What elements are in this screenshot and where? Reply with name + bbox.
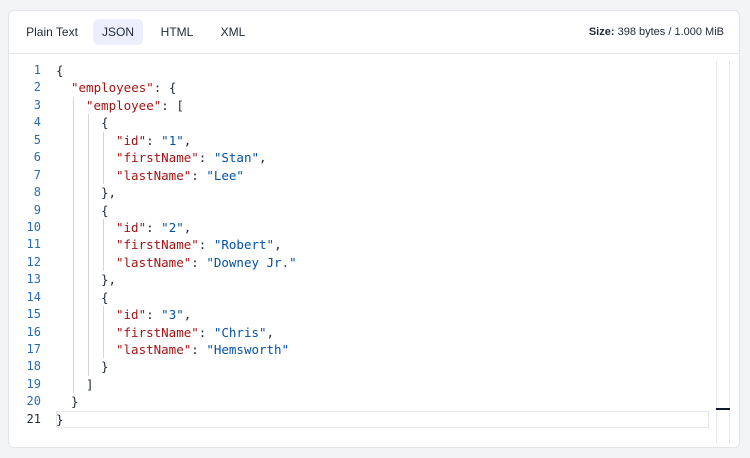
code-text: "id": "2", (116, 219, 192, 235)
line-number-gutter: 1 2 3 4 5 6 7 8 9 10 11 12 13 14 15 16 17 18 19 20 21 (9, 62, 41, 428)
code-text: "lastName": "Hemsworth" (116, 342, 290, 357)
scrollbar-cursor-marker (716, 408, 730, 410)
code-text: "firstName": "Robert", (116, 237, 282, 253)
size-label: Size: (588, 26, 615, 38)
size-indicator: Size: 398 bytes / 1.000 MiB (589, 26, 724, 38)
code-line: }, (56, 184, 709, 202)
code-line: "firstName": "Stan", (56, 149, 709, 168)
line-number: 16 (26, 324, 41, 339)
code-text: }, (101, 185, 117, 201)
line-number: 17 (26, 342, 41, 356)
line-number: 18 (26, 359, 41, 374)
code-line: } (56, 393, 709, 410)
code-line: { (56, 62, 709, 79)
code-text: "employees": { (71, 80, 177, 96)
tab-html[interactable]: HTML (153, 19, 201, 45)
line-number: 14 (26, 289, 41, 304)
line-number: 11 (26, 237, 41, 252)
vertical-scrollbar[interactable] (716, 61, 730, 443)
code-line: "lastName": "Hemsworth" (56, 341, 709, 359)
code-line: } (56, 410, 709, 429)
json-viewer-panel: Plain Text JSON HTML XML Size: 398 bytes… (8, 10, 740, 448)
line-number: 20 (26, 394, 41, 409)
code-line: { (56, 114, 709, 133)
line-number: 7 (33, 167, 41, 182)
line-number: 9 (33, 202, 41, 217)
line-number: 3 (33, 97, 41, 112)
code-text: } (71, 394, 79, 410)
code-text: "firstName": "Chris", (116, 324, 275, 340)
code-line: "id": "3", (56, 306, 709, 325)
code-text: "lastName": "Downey Jr." (116, 254, 297, 270)
line-number: 8 (33, 185, 41, 200)
code-line: "id": "1", (56, 131, 709, 150)
code-line: "firstName": "Chris", (56, 323, 709, 342)
code-text: { (56, 63, 64, 78)
line-number: 13 (26, 272, 41, 287)
code-line: "lastName": "Downey Jr." (56, 253, 709, 272)
code-area[interactable]: { "employees": {"employee": [ { "id": "1", "… (56, 62, 709, 429)
code-line: "employee": [ (56, 96, 709, 115)
size-value: 398 bytes / 1.000 MiB (617, 26, 724, 38)
line-number: 1 (33, 63, 41, 77)
code-text: { (101, 202, 109, 218)
code-text: ] (86, 376, 94, 392)
line-number: 4 (33, 115, 41, 130)
code-text: "employee": [ (86, 97, 184, 113)
code-line: ] (56, 375, 709, 394)
format-tab-bar: Plain Text JSON HTML XML Size: 398 bytes… (9, 11, 739, 54)
code-line: "employees": { (56, 79, 709, 96)
code-line: "id": "2", (56, 218, 709, 237)
code-text: { (101, 115, 109, 131)
line-number: 21 (26, 411, 41, 426)
line-number: 12 (26, 254, 41, 269)
code-editor[interactable]: 1 2 3 4 5 6 7 8 9 10 11 12 13 14 15 16 17 18 19 20 21 {"empl… (9, 55, 739, 447)
code-text: } (56, 411, 64, 427)
tab-plain-text[interactable]: Plain Text (21, 19, 83, 45)
code-line: { (56, 288, 709, 307)
code-line: } (56, 358, 709, 377)
tab-json[interactable]: JSON (93, 19, 143, 45)
line-number: 5 (33, 132, 41, 147)
line-number: 6 (33, 150, 41, 165)
code-line: "firstName": "Robert", (56, 236, 709, 255)
code-text: { (101, 289, 109, 305)
line-number: 2 (33, 80, 41, 95)
code-line: }, (56, 271, 709, 290)
code-line: "lastName": "Lee" (56, 166, 709, 185)
code-text: "id": "3", (116, 307, 192, 323)
line-number: 15 (26, 307, 41, 322)
code-text: }, (101, 272, 117, 288)
code-text: "lastName": "Lee" (116, 167, 244, 183)
code-text: } (101, 359, 109, 375)
code-text: "firstName": "Stan", (116, 150, 267, 166)
line-number: 10 (26, 219, 41, 234)
tab-xml[interactable]: XML (211, 19, 255, 45)
line-number: 19 (26, 376, 41, 391)
code-line: { (56, 201, 709, 220)
code-text: "id": "1", (116, 132, 192, 148)
